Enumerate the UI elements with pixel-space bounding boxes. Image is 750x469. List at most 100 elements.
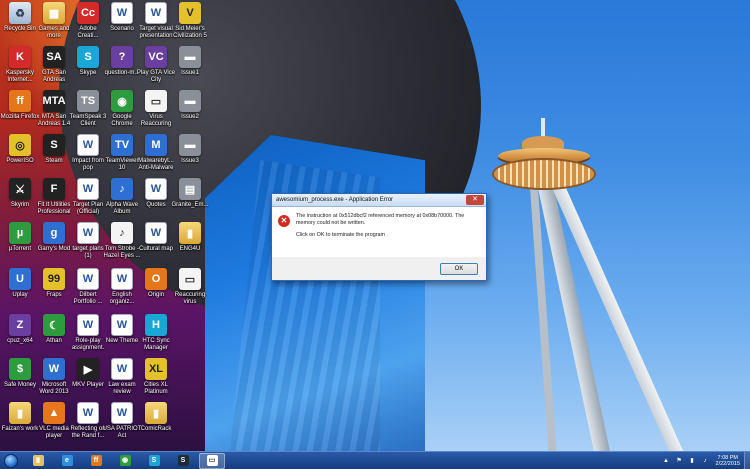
- taskbar-item-steam[interactable]: S: [170, 453, 196, 469]
- chrome-icon: ◉: [119, 455, 131, 466]
- desktop-icon[interactable]: ▦ Games and more: [36, 2, 72, 40]
- desktop-icon[interactable]: $ Safe Money: [2, 358, 38, 389]
- system-tray: ▲ ⚑ ▮ ♪ 7:08 PM 2/22/2015: [662, 452, 750, 469]
- desktop-icon[interactable]: O Origin: [138, 268, 174, 299]
- desktop-icon[interactable]: ▶ MKV Player: [70, 358, 106, 389]
- desktop-icon[interactable]: W Law exam review: [104, 358, 140, 396]
- desktop-icon-image: ♪: [111, 222, 133, 244]
- taskbar-item-explorer[interactable]: ▮: [25, 453, 51, 469]
- desktop-icon[interactable]: ▲ VLC media player: [36, 402, 72, 440]
- close-button[interactable]: ✕: [466, 195, 484, 205]
- volume-icon[interactable]: ♪: [701, 457, 710, 466]
- desktop-icon-image: $: [9, 358, 31, 380]
- taskbar-item-internet-explorer[interactable]: e: [54, 453, 80, 469]
- desktop-icon[interactable]: ▮ ComicRack: [138, 402, 174, 433]
- desktop-icon[interactable]: TV TeamViewer 10: [104, 134, 140, 172]
- ok-button[interactable]: OK: [440, 263, 478, 275]
- desktop-icon[interactable]: ▤ Granite_Em...: [171, 178, 209, 209]
- desktop-icon[interactable]: µ µTorrent: [2, 222, 38, 253]
- desktop-icon-image: ♪: [111, 178, 133, 200]
- desktop-icon-image: W: [77, 268, 99, 290]
- desktop-icon-image: W: [43, 358, 65, 380]
- desktop-icon-image: Z: [9, 314, 31, 336]
- desktop-icon[interactable]: ◎ PowerISO: [2, 134, 38, 165]
- desktop-icon[interactable]: S Steam: [36, 134, 72, 165]
- desktop-icon[interactable]: V Sid Meier's Civilization 5: [172, 2, 208, 40]
- app-window-icon: ▭: [206, 455, 218, 466]
- windows-logo-icon: [4, 453, 18, 468]
- desktop-icon-image: ▲: [43, 402, 65, 424]
- clock[interactable]: 7:08 PM 2/22/2015: [716, 455, 740, 468]
- desktop-icon[interactable]: ▮ ENG4U: [172, 222, 208, 253]
- desktop-icon[interactable]: S Skype: [70, 46, 106, 77]
- taskbar-item-skype[interactable]: S: [141, 453, 167, 469]
- taskbar-item-firefox[interactable]: ff: [83, 453, 109, 469]
- desktop-icon[interactable]: U Uplay: [2, 268, 38, 299]
- desktop-icon[interactable]: Zcpuz_x64: [2, 314, 38, 345]
- desktop-icon[interactable]: M Malwarebyt... Anti-Malware: [138, 134, 174, 172]
- desktop-icon-image: W: [111, 402, 133, 424]
- desktop-icon[interactable]: W Quotes: [138, 178, 174, 209]
- desktop-icon[interactable]: ◉ Google Chrome: [104, 90, 140, 128]
- desktop-icon[interactable]: ☾ Athan: [36, 314, 72, 345]
- start-button[interactable]: [0, 452, 22, 469]
- desktop-icon[interactable]: W New Theme: [104, 314, 140, 345]
- desktop-icon[interactable]: W Impact from pop: [70, 134, 106, 172]
- desktop-icon[interactable]: W Cultural map: [138, 222, 174, 253]
- desktop-icon[interactable]: W Target Plan (Official): [70, 178, 106, 216]
- show-hidden-icons-icon[interactable]: ▲: [662, 457, 671, 466]
- dialog-title-bar[interactable]: awesomium_process.exe - Application Erro…: [272, 194, 486, 207]
- desktop-icon-image: W: [145, 222, 167, 244]
- desktop-icon[interactable]: 99 Fraps: [36, 268, 72, 299]
- clock-date: 2/22/2015: [715, 461, 740, 467]
- desktop-icon[interactable]: Wtarget plans (1): [70, 222, 106, 260]
- taskbar-item-app-window[interactable]: ▭: [199, 452, 225, 469]
- dialog-footer: OK: [272, 257, 486, 280]
- firefox-icon: ff: [90, 455, 102, 466]
- desktop-icon[interactable]: TS TeamSpeak 3 Client: [70, 90, 106, 128]
- desktop-icon[interactable]: ▬ Issue2: [172, 90, 208, 121]
- desktop-icon[interactable]: MTA MTA San Andreas 1.4: [36, 90, 72, 128]
- desktop-icon[interactable]: ▬ Issue3: [172, 134, 208, 165]
- desktop-icon[interactable]: ▮ Faizan's work: [2, 402, 38, 433]
- error-icon: ✕: [278, 215, 290, 227]
- desktop-icon[interactable]: g Garry's Mod: [36, 222, 72, 253]
- desktop-icon[interactable]: SA GTA San Andreas: [36, 46, 72, 84]
- desktop-icon[interactable]: ▭ Virus Reaccuring: [138, 90, 174, 128]
- desktop-icon[interactable]: XL Cities XL Platinum: [138, 358, 174, 396]
- desktop-icon-image: ▦: [43, 2, 65, 24]
- desktop-icon[interactable]: Cc Adobe Creati...: [70, 2, 106, 40]
- desktop-icon[interactable]: W Target visual presentation: [138, 2, 174, 40]
- desktop-icon-image: ?: [111, 46, 133, 68]
- desktop-icon[interactable]: ▭ Reaccuring virus: [172, 268, 208, 306]
- desktop-icon-image: S: [43, 134, 65, 156]
- dialog-body: ✕ The instruction at 0x512dbcf2 referenc…: [272, 207, 486, 257]
- desktop-icon[interactable]: ♻ Recycle Bin: [2, 2, 38, 33]
- desktop-icon[interactable]: K Kaspersky Internet...: [2, 46, 38, 84]
- taskbar-item-chrome[interactable]: ◉: [112, 453, 138, 469]
- desktop-icon[interactable]: W Reflecting on the Rand f...: [70, 402, 106, 440]
- show-desktop-button[interactable]: [744, 452, 750, 469]
- desktop-icon[interactable]: ♪ Tom Strobe - Hazel Eyes ...: [103, 222, 141, 260]
- desktop-icon[interactable]: W USA PATRIOT Act: [103, 402, 141, 440]
- desktop-icon-image: W: [77, 222, 99, 244]
- desktop-icon[interactable]: H HTC Sync Manager: [138, 314, 174, 352]
- desktop-icon[interactable]: ⚔ Skyrim: [2, 178, 38, 209]
- action-center-flag-icon[interactable]: ⚑: [675, 457, 684, 466]
- desktop-icon[interactable]: ff Mozilla Firefox: [1, 90, 39, 121]
- desktop-icon[interactable]: W Role-play assignment.: [70, 314, 106, 352]
- desktop-icon[interactable]: W Scenario: [104, 2, 140, 33]
- desktop-icon-image: ◉: [111, 90, 133, 112]
- desktop-icon-image: W: [77, 402, 99, 424]
- desktop-icon[interactable]: F Fit It Utilities Professional: [36, 178, 72, 216]
- desktop-icon-image: ▬: [179, 90, 201, 112]
- desktop-icon-image: SA: [43, 46, 65, 68]
- desktop-icon[interactable]: ♪ Alpha Wave Album: [104, 178, 140, 216]
- network-icon[interactable]: ▮: [688, 457, 697, 466]
- desktop-icon[interactable]: VC Play GTA Vice City: [137, 46, 175, 84]
- desktop-icon[interactable]: ? question-m...: [104, 46, 140, 77]
- desktop-icon[interactable]: W Dilbert Portfolio ...: [70, 268, 106, 306]
- desktop-icon[interactable]: ▬ Issue1: [172, 46, 208, 77]
- desktop-icon[interactable]: W English organiz...: [104, 268, 140, 306]
- desktop-icon[interactable]: W Microsoft Word 2013: [36, 358, 72, 396]
